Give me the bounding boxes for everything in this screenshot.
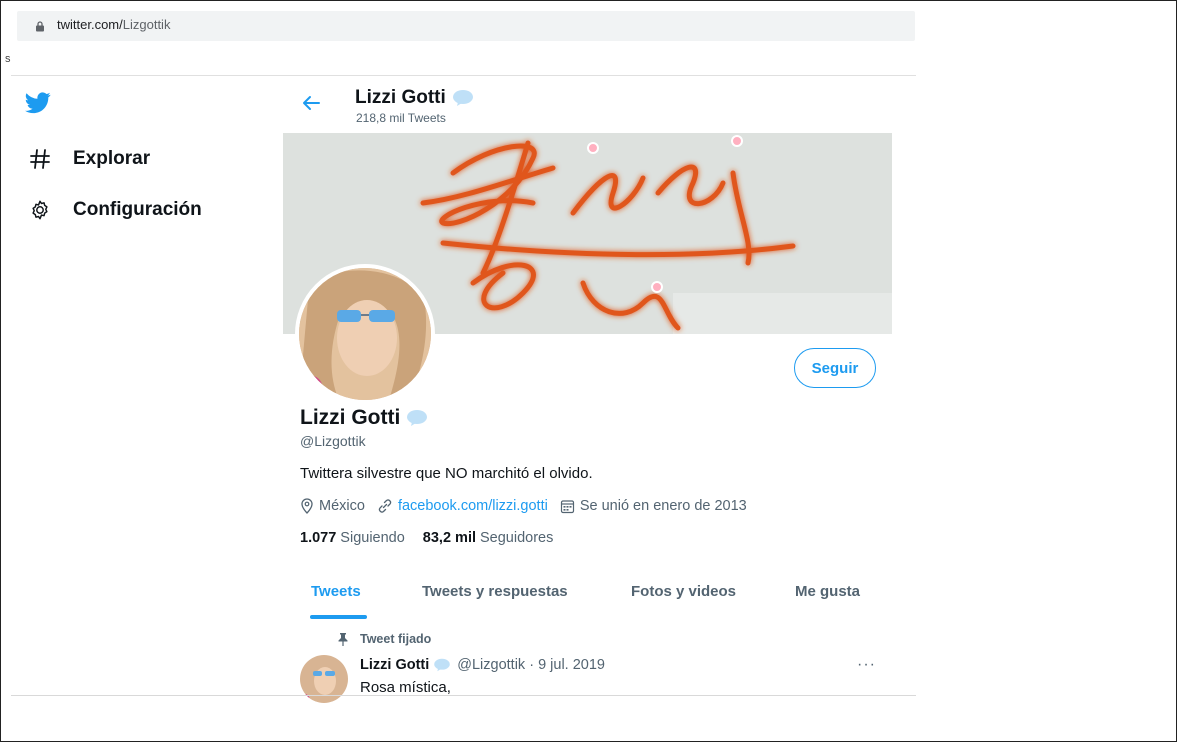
profile-bio: Twittera silvestre que NO marchitó el ol… (300, 465, 593, 482)
more-options-icon[interactable]: ··· (857, 656, 876, 674)
speech-bubble-emoji-icon (452, 90, 473, 106)
tweet-handle-date: @Lizgottik · 9 jul. 2019 (457, 657, 605, 673)
speech-bubble-emoji-icon (407, 410, 428, 426)
location: México (300, 498, 365, 514)
profile-handle: @Lizgottik (300, 433, 366, 449)
twitter-bird-icon[interactable] (25, 92, 51, 114)
hashtag-icon (27, 146, 53, 172)
gear-icon (27, 197, 53, 223)
following-link[interactable]: 1.077 Siguiendo (300, 530, 405, 546)
tweet-author-name[interactable]: Lizzi Gotti (360, 657, 429, 673)
nav-explorar[interactable]: Explorar (27, 144, 150, 174)
link-icon (378, 499, 392, 513)
speech-bubble-emoji-icon (434, 658, 451, 672)
avatar-photo (299, 268, 431, 400)
profile-name: Lizzi Gotti (300, 406, 428, 430)
pin-icon (338, 632, 348, 646)
divider (11, 695, 916, 696)
divider (11, 75, 916, 76)
browser-window: twitter.com/Lizgottik s Explorar Configu… (1, 1, 916, 741)
active-tab-indicator (310, 615, 367, 619)
follow-stats: 1.077 Siguiendo 83,2 mil Seguidores (300, 530, 571, 546)
pinned-label: Tweet fijado (338, 632, 431, 646)
lock-icon (36, 21, 44, 32)
header-tweet-count: 218,8 mil Tweets (356, 111, 446, 125)
nav-label: Configuración (73, 199, 202, 220)
tweet-header: Lizzi Gotti @Lizgottik · 9 jul. 2019 (360, 657, 605, 673)
location-pin-icon (301, 498, 313, 514)
profile-tabs: Tweets Tweets y respuestas Fotos y video… (283, 571, 892, 619)
address-bar[interactable]: twitter.com/Lizgottik (17, 11, 915, 41)
back-arrow-icon[interactable] (301, 94, 321, 112)
nav-label: Explorar (73, 148, 151, 169)
tab-tweets[interactable]: Tweets (311, 583, 361, 600)
nav-configuracion[interactable]: Configuración (27, 195, 202, 225)
url-text: twitter.com/Lizgottik (57, 17, 171, 32)
cropped-text: s (5, 53, 11, 65)
tweet-text: Rosa mística, (360, 679, 451, 696)
tab-me-gusta[interactable]: Me gusta (795, 583, 860, 600)
follow-button[interactable]: Seguir (794, 348, 876, 388)
followers-link[interactable]: 83,2 mil Seguidores (423, 530, 554, 546)
join-date: Se unió en enero de 2013 (560, 498, 747, 514)
tab-tweets-y-respuestas[interactable]: Tweets y respuestas (422, 583, 568, 600)
calendar-icon (560, 499, 574, 513)
header-profile-name: Lizzi Gotti (355, 87, 474, 109)
tab-fotos-y-videos[interactable]: Fotos y videos (631, 583, 736, 600)
profile-meta: México facebook.com/lizzi.gotti Se unió … (300, 498, 759, 514)
website[interactable]: facebook.com/lizzi.gotti (377, 498, 548, 514)
profile-avatar[interactable] (295, 264, 435, 404)
